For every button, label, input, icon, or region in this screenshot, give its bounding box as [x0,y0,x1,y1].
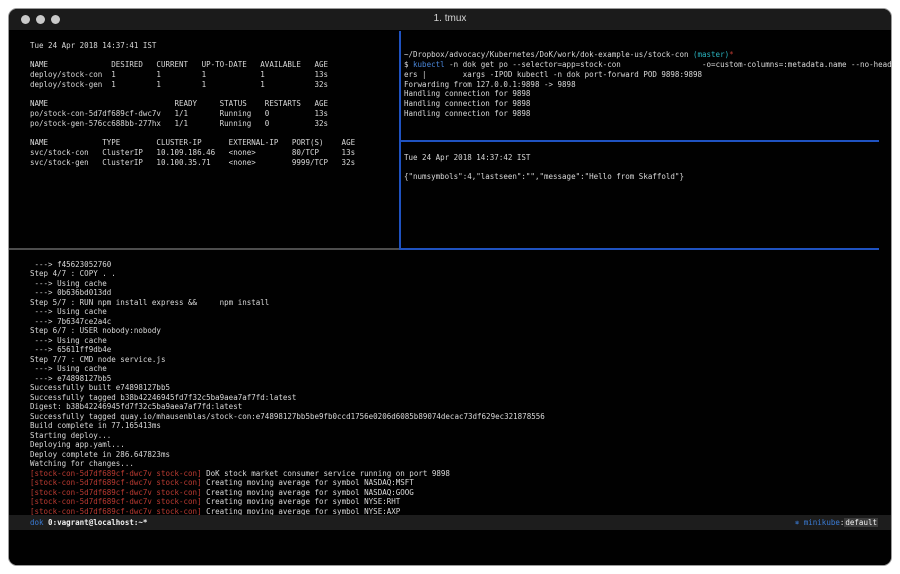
kube-namespace-badge: default [844,518,878,527]
tmux-session: Tue 24 Apr 2018 14:37:41 IST NAME DESIRE… [9,31,891,565]
pane-skaffold-build-log[interactable]: ---> f45623052760Step 4/7 : COPY . . ---… [30,260,545,517]
status-left: dok 0:vagrant@localhost:~* [30,518,147,527]
pane-kubectl-resources[interactable]: Tue 24 Apr 2018 14:37:41 IST NAME DESIRE… [30,41,355,168]
pane-divider-horizontal-bottom-left[interactable] [9,248,399,250]
terminal-window: 1. tmux Tue 24 Apr 2018 14:37:41 IST NAM… [8,8,892,566]
pane-curl-output[interactable]: Tue 24 Apr 2018 14:37:42 IST {"numsymbol… [404,153,684,182]
window-title: 1. tmux [9,13,891,24]
status-right: ⎈ minikube : default [795,518,878,527]
pane-port-forward[interactable]: ~/Dropbox/advocacy/Kubernetes/DoK/work/d… [404,41,892,119]
tmux-window-item[interactable]: 0:vagrant@localhost:~* [44,518,148,527]
kube-context-icon-label: ⎈ minikube [795,518,840,527]
tmux-status-bar: dok 0:vagrant@localhost:~* ⎈ minikube : … [9,515,891,530]
pane-divider-horizontal-right[interactable] [401,140,879,142]
pane-divider-horizontal-bottom-right[interactable] [399,248,879,250]
window-titlebar[interactable]: 1. tmux [9,9,891,31]
tmux-session-name: dok [30,518,44,527]
